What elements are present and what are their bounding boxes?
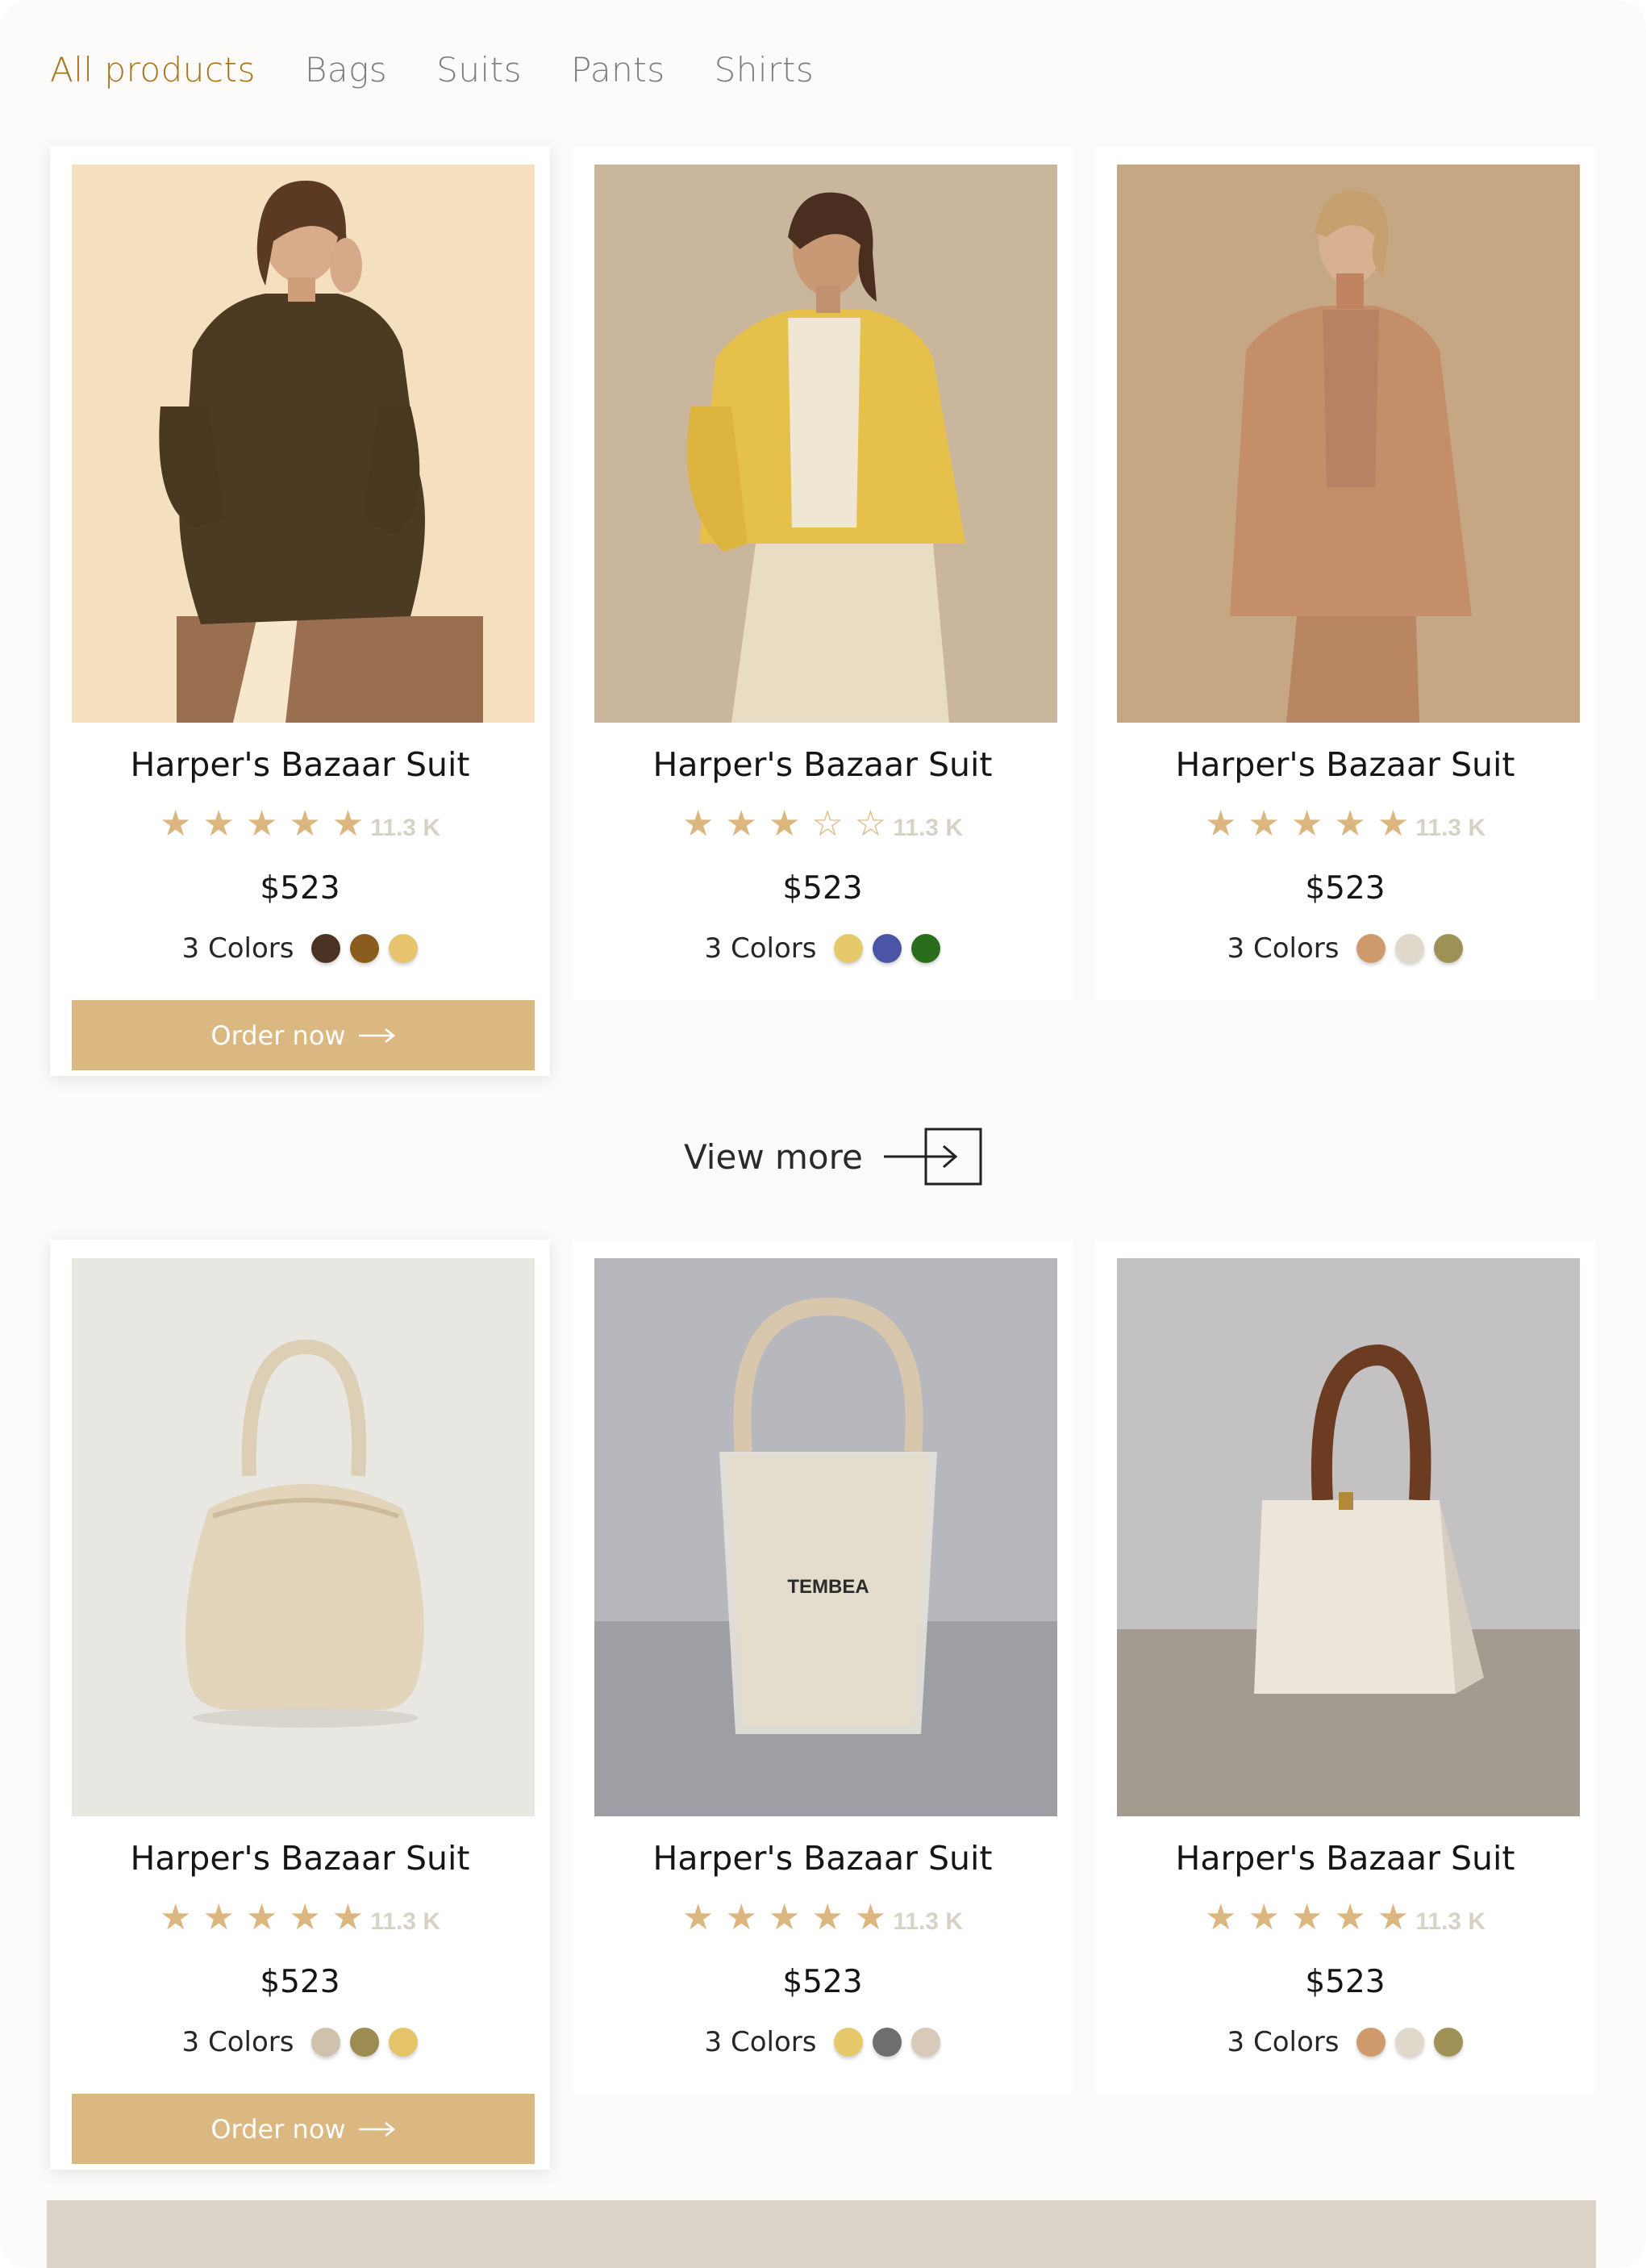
rating-stars: ★★★★★11.3 K — [50, 803, 550, 844]
color-swatch[interactable] — [389, 2028, 419, 2057]
color-swatch[interactable] — [911, 2028, 941, 2057]
review-count: 11.3 K — [370, 1908, 440, 1935]
color-options: 3 Colors — [573, 932, 1073, 965]
product-card[interactable]: TEMBEA Harper's Bazaar Suit ★★★★★11.3 K … — [573, 1240, 1073, 2095]
order-now-label: Order now — [210, 1019, 346, 1051]
product-card[interactable]: Harper's Bazaar Suit ★★★★★11.3 K $523 3 … — [1095, 146, 1595, 1001]
rating-stars: ★★★★★11.3 K — [50, 1897, 550, 1938]
product-price: $523 — [260, 1964, 340, 2000]
product-card[interactable]: Harper's Bazaar Suit ★★★☆☆11.3 K $523 3 … — [573, 146, 1073, 1001]
product-price: $523 — [1305, 870, 1386, 907]
review-count: 11.3 K — [370, 815, 440, 841]
color-options: 3 Colors — [1095, 2026, 1595, 2058]
rating-stars: ★★★★★11.3 K — [1095, 803, 1595, 844]
color-swatch[interactable] — [1356, 2028, 1386, 2057]
review-count: 11.3 K — [1415, 1908, 1486, 1935]
order-now-label: Order now — [210, 2113, 346, 2145]
colors-label: 3 Colors — [1227, 932, 1340, 965]
arrow-right-icon — [358, 2121, 395, 2137]
color-swatch[interactable] — [389, 934, 419, 963]
product-price: $523 — [782, 870, 863, 907]
bag-brand-print: TEMBEA — [787, 1576, 869, 1598]
product-price: $523 — [1305, 1964, 1386, 2000]
color-swatch[interactable] — [1434, 934, 1464, 963]
star-icon: ★★★★★ — [682, 1898, 898, 1937]
category-tabs: All products Bags Suits Pants Shirts — [50, 50, 814, 90]
order-now-button[interactable]: Order now — [72, 2094, 535, 2164]
product-title[interactable]: Harper's Bazaar Suit — [50, 1839, 550, 1878]
order-now-button[interactable]: Order now — [72, 1000, 535, 1070]
product-image[interactable] — [72, 1258, 535, 1816]
product-card[interactable]: Harper's Bazaar Suit ★★★★★11.3 K $523 3 … — [1095, 1240, 1595, 2095]
product-card[interactable]: Harper's Bazaar Suit ★★★★★11.3 K $523 3 … — [50, 146, 550, 1076]
color-swatch[interactable] — [350, 2028, 380, 2057]
tab-suits[interactable]: Suits — [436, 50, 522, 90]
product-image[interactable] — [1117, 165, 1580, 723]
arrow-into-box-icon — [883, 1128, 982, 1186]
product-title[interactable]: Harper's Bazaar Suit — [573, 745, 1073, 784]
page: All products Bags Suits Pants Shirts Har… — [0, 0, 1646, 2268]
colors-label: 3 Colors — [181, 932, 294, 965]
color-swatch[interactable] — [1395, 934, 1425, 963]
colors-label: 3 Colors — [1227, 2026, 1340, 2058]
colors-label: 3 Colors — [181, 2026, 294, 2058]
rating-stars: ★★★★★11.3 K — [1095, 1897, 1595, 1938]
color-swatch[interactable] — [350, 934, 380, 963]
product-image[interactable] — [594, 165, 1057, 723]
product-title[interactable]: Harper's Bazaar Suit — [1095, 745, 1595, 784]
color-options: 3 Colors — [50, 2026, 550, 2058]
color-swatch[interactable] — [834, 2028, 864, 2057]
star-icon: ★★★★★ — [1205, 804, 1421, 844]
tab-all-products[interactable]: All products — [50, 50, 256, 90]
color-swatch[interactable] — [911, 934, 941, 963]
product-price: $523 — [782, 1964, 863, 2000]
color-swatch[interactable] — [873, 2028, 902, 2057]
arrow-right-icon — [358, 1028, 395, 1043]
product-title[interactable]: Harper's Bazaar Suit — [1095, 1839, 1595, 1878]
color-swatch[interactable] — [311, 2028, 341, 2057]
color-swatch[interactable] — [873, 934, 902, 963]
product-card[interactable]: Harper's Bazaar Suit ★★★★★11.3 K $523 3 … — [50, 1240, 550, 2170]
color-options: 3 Colors — [50, 932, 550, 965]
view-more-label: View more — [684, 1136, 863, 1177]
tab-pants[interactable]: Pants — [571, 50, 665, 90]
footer-bar — [47, 2200, 1596, 2268]
product-image[interactable] — [1117, 1258, 1580, 1816]
rating-stars: ★★★★★11.3 K — [573, 1897, 1073, 1938]
star-icon: ★★★★★ — [160, 1898, 376, 1937]
product-title[interactable]: Harper's Bazaar Suit — [50, 745, 550, 784]
color-swatch[interactable] — [1395, 2028, 1425, 2057]
colors-label: 3 Colors — [704, 2026, 817, 2058]
star-icon: ★★★★★ — [1205, 1898, 1421, 1937]
rating-stars: ★★★☆☆11.3 K — [573, 803, 1073, 844]
tab-shirts[interactable]: Shirts — [715, 50, 815, 90]
color-swatch[interactable] — [834, 934, 864, 963]
review-count: 11.3 K — [1415, 815, 1486, 841]
color-swatch[interactable] — [1434, 2028, 1464, 2057]
view-more-button[interactable]: View more — [684, 1127, 984, 1186]
tab-bags[interactable]: Bags — [305, 50, 387, 90]
product-image[interactable] — [72, 165, 535, 723]
product-image[interactable]: TEMBEA — [594, 1258, 1057, 1816]
product-price: $523 — [260, 870, 340, 907]
color-options: 3 Colors — [1095, 932, 1595, 965]
star-icon: ★★★☆☆ — [682, 804, 898, 844]
star-icon: ★★★★★ — [160, 804, 376, 844]
review-count: 11.3 K — [893, 1908, 963, 1935]
product-title[interactable]: Harper's Bazaar Suit — [573, 1839, 1073, 1878]
colors-label: 3 Colors — [704, 932, 817, 965]
color-swatch[interactable] — [1356, 934, 1386, 963]
review-count: 11.3 K — [893, 815, 963, 841]
color-swatch[interactable] — [311, 934, 341, 963]
color-options: 3 Colors — [573, 2026, 1073, 2058]
